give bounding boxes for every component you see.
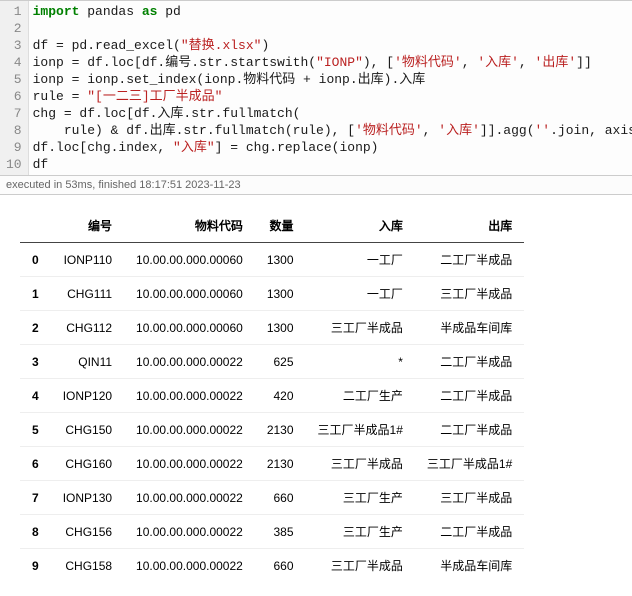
row-index: 0	[20, 243, 51, 277]
code-line: rule = "[一二三]工厂半成品"	[33, 88, 628, 105]
table-cell: CHG158	[51, 549, 124, 583]
row-index: 3	[20, 345, 51, 379]
table-row: 4IONP12010.00.00.000.00022420二工厂生产二工厂半成品	[20, 379, 524, 413]
row-index: 6	[20, 447, 51, 481]
table-row: 2CHG11210.00.00.000.000601300三工厂半成品半成品车间…	[20, 311, 524, 345]
table-cell: 10.00.00.000.00022	[124, 379, 255, 413]
table-cell: CHG160	[51, 447, 124, 481]
code-line: rule) & df.出库.str.fullmatch(rule), ['物料代…	[33, 122, 628, 139]
table-cell: 2130	[255, 447, 306, 481]
gutter-line: 9	[0, 139, 28, 156]
table-row: 3QIN1110.00.00.000.00022625*二工厂半成品	[20, 345, 524, 379]
column-header: 物料代码	[124, 209, 255, 243]
table-row: 7IONP13010.00.00.000.00022660三工厂生产三工厂半成品	[20, 481, 524, 515]
table-cell: *	[306, 345, 415, 379]
column-header: 入库	[306, 209, 415, 243]
table-cell: 三工厂半成品	[415, 277, 524, 311]
table-cell: 二工厂半成品	[415, 345, 524, 379]
table-cell: 10.00.00.000.00060	[124, 243, 255, 277]
table-cell: IONP130	[51, 481, 124, 515]
gutter-line: 2	[0, 20, 28, 37]
row-index: 2	[20, 311, 51, 345]
gutter-line: 10	[0, 156, 28, 173]
column-header: 编号	[51, 209, 124, 243]
code-line: ionp = ionp.set_index(ionp.物料代码 + ionp.出…	[33, 71, 628, 88]
code-gutter: 12345678910	[0, 1, 29, 175]
table-cell: CHG150	[51, 413, 124, 447]
code-line: chg = df.loc[df.入库.str.fullmatch(	[33, 105, 628, 122]
table-row: 0IONP11010.00.00.000.000601300一工厂二工厂半成品	[20, 243, 524, 277]
gutter-line: 7	[0, 105, 28, 122]
code-line: df.loc[chg.index, "入库"] = chg.replace(io…	[33, 139, 628, 156]
code-line	[33, 20, 628, 37]
column-header: 数量	[255, 209, 306, 243]
table-row: 9CHG15810.00.00.000.00022660三工厂半成品半成品车间库	[20, 549, 524, 583]
gutter-line: 1	[0, 3, 28, 20]
table-cell: 二工厂生产	[306, 379, 415, 413]
table-cell: 420	[255, 379, 306, 413]
code-cell: 12345678910 import pandas as pd df = pd.…	[0, 0, 632, 176]
gutter-line: 3	[0, 37, 28, 54]
row-index: 4	[20, 379, 51, 413]
table-cell: 三工厂生产	[306, 481, 415, 515]
table-cell: IONP110	[51, 243, 124, 277]
gutter-line: 4	[0, 54, 28, 71]
table-cell: CHG112	[51, 311, 124, 345]
table-cell: 1300	[255, 243, 306, 277]
row-index: 5	[20, 413, 51, 447]
table-cell: 二工厂半成品	[415, 379, 524, 413]
table-cell: 半成品车间库	[415, 311, 524, 345]
table-cell: 10.00.00.000.00060	[124, 277, 255, 311]
table-cell: 三工厂半成品	[415, 481, 524, 515]
table-cell: 一工厂	[306, 243, 415, 277]
table-cell: 10.00.00.000.00060	[124, 311, 255, 345]
table-cell: 三工厂半成品1#	[306, 413, 415, 447]
gutter-line: 8	[0, 122, 28, 139]
table-cell: 三工厂半成品	[306, 311, 415, 345]
table-cell: 1300	[255, 277, 306, 311]
execution-status: executed in 53ms, finished 18:17:51 2023…	[0, 176, 632, 195]
table-cell: 660	[255, 549, 306, 583]
output-dataframe: 编号物料代码数量入库出库 0IONP11010.00.00.000.000601…	[20, 209, 524, 582]
gutter-line: 5	[0, 71, 28, 88]
table-cell: 660	[255, 481, 306, 515]
row-index: 9	[20, 549, 51, 583]
row-index: 1	[20, 277, 51, 311]
table-cell: 一工厂	[306, 277, 415, 311]
table-cell: 三工厂半成品	[306, 549, 415, 583]
table-cell: 1300	[255, 311, 306, 345]
table-cell: 二工厂半成品	[415, 243, 524, 277]
table-row: 5CHG15010.00.00.000.000222130三工厂半成品1#二工厂…	[20, 413, 524, 447]
table-cell: 三工厂半成品1#	[415, 447, 524, 481]
code-line: df = pd.read_excel("替换.xlsx")	[33, 37, 628, 54]
gutter-line: 6	[0, 88, 28, 105]
row-index: 7	[20, 481, 51, 515]
table-row: 1CHG11110.00.00.000.000601300一工厂三工厂半成品	[20, 277, 524, 311]
output-table-wrap: 编号物料代码数量入库出库 0IONP11010.00.00.000.000601…	[0, 195, 632, 596]
code-line: df	[33, 156, 628, 173]
column-header: 出库	[415, 209, 524, 243]
code-source[interactable]: import pandas as pd df = pd.read_excel("…	[29, 1, 632, 175]
table-cell: CHG111	[51, 277, 124, 311]
table-cell: IONP120	[51, 379, 124, 413]
table-cell: 2130	[255, 413, 306, 447]
table-cell: 10.00.00.000.00022	[124, 481, 255, 515]
table-row: 6CHG16010.00.00.000.000222130三工厂半成品三工厂半成…	[20, 447, 524, 481]
code-line: ionp = df.loc[df.编号.str.startswith("IONP…	[33, 54, 628, 71]
table-cell: 10.00.00.000.00022	[124, 345, 255, 379]
table-cell: 二工厂半成品	[415, 413, 524, 447]
code-line: import pandas as pd	[33, 3, 628, 20]
table-cell: 10.00.00.000.00022	[124, 413, 255, 447]
table-cell: 10.00.00.000.00022	[124, 447, 255, 481]
table-cell: 10.00.00.000.00022	[124, 549, 255, 583]
table-cell: 半成品车间库	[415, 549, 524, 583]
table-cell: 625	[255, 345, 306, 379]
table-cell: QIN11	[51, 345, 124, 379]
index-header	[20, 209, 51, 243]
table-cell: 三工厂半成品	[306, 447, 415, 481]
